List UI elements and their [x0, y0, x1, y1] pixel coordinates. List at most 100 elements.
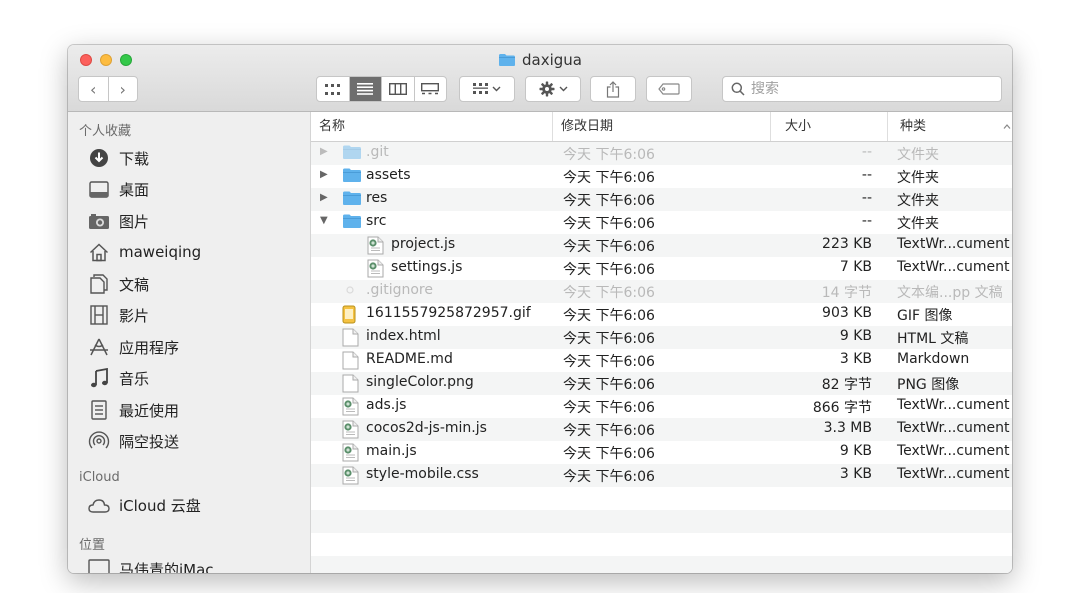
column-kind[interactable]: 种类 — [887, 112, 1012, 141]
table-row[interactable]: ▶ res 今天 下午6:06 -- 文件夹 — [311, 188, 1012, 211]
sidebar-item-movies[interactable]: 影片 — [88, 302, 149, 328]
image-file-icon — [342, 374, 362, 394]
search-input[interactable] — [751, 81, 981, 97]
sidebar-item-label: iCloud 云盘 — [119, 496, 201, 515]
file-name: cocos2d-js-min.js — [366, 420, 487, 436]
tag-icon — [658, 83, 680, 95]
sidebar-item-label: maweiqing — [119, 243, 202, 261]
file-size: 14 字节 — [821, 285, 872, 301]
action-button[interactable] — [525, 76, 581, 102]
back-button[interactable]: ‹ — [79, 77, 108, 101]
disclosure-collapsed-icon[interactable]: ▶ — [320, 146, 328, 157]
disclosure-collapsed-icon[interactable]: ▶ — [320, 169, 328, 180]
search-field[interactable] — [722, 76, 1002, 102]
group-icon — [473, 83, 488, 94]
disclosure-collapsed-icon[interactable]: ▶ — [320, 192, 328, 203]
column-name[interactable]: 名称 — [311, 112, 552, 141]
table-row[interactable]: ▼ src 今天 下午6:06 -- 文件夹 — [311, 211, 1012, 234]
sidebar-item-label: 隔空投送 — [119, 432, 180, 451]
file-name: settings.js — [391, 259, 463, 275]
back-icon: ‹ — [90, 79, 97, 99]
file-date: 今天 下午6:06 — [563, 400, 655, 416]
table-row[interactable]: style-mobile.css 今天 下午6:06 3 KB TextWr...cu… — [311, 464, 1012, 487]
camera-icon — [88, 210, 110, 232]
file-date: 今天 下午6:06 — [563, 170, 655, 186]
sidebar-item-downloads[interactable]: 下载 — [88, 145, 149, 171]
share-icon — [606, 80, 620, 98]
table-row[interactable]: settings.js 今天 下午6:06 7 KB TextWr...cument — [311, 257, 1012, 280]
column-view-icon — [388, 83, 407, 95]
file-date: 今天 下午6:06 — [563, 446, 655, 462]
group-by-button[interactable] — [459, 76, 515, 102]
sidebar-section-favorites: 个人收藏 — [79, 124, 132, 139]
column-date[interactable]: 修改日期 — [552, 112, 770, 141]
sidebar-item-music[interactable]: 音乐 — [88, 365, 149, 391]
script-file-icon — [342, 443, 362, 463]
hidden-file-icon — [342, 282, 362, 302]
sidebar-item-label: 图片 — [119, 212, 150, 231]
table-row[interactable]: ▶ .git 今天 下午6:06 -- 文件夹 — [311, 142, 1012, 165]
sidebar-item-imac[interactable]: 马伟青的iMac — [88, 556, 214, 573]
file-size: -- — [861, 167, 872, 183]
sidebar-item-airdrop[interactable]: 隔空投送 — [88, 428, 179, 454]
sidebar-item-label: 马伟青的iMac — [119, 560, 214, 574]
file-kind: TextWr...cument — [897, 443, 1010, 459]
sidebar-item-pictures[interactable]: 图片 — [88, 208, 149, 234]
sidebar-item-home[interactable]: maweiqing — [88, 239, 201, 265]
chevron-down-icon — [559, 86, 567, 92]
sidebar-item-icloud-drive[interactable]: iCloud 云盘 — [88, 492, 201, 518]
airdrop-icon — [88, 430, 110, 452]
file-name: project.js — [391, 236, 456, 252]
table-row[interactable]: .gitignore 今天 下午6:06 14 字节 文本编...pp 文稿 — [311, 280, 1012, 303]
file-kind: TextWr...cument — [897, 259, 1010, 275]
script-file-icon — [342, 466, 362, 486]
table-row[interactable]: README.md 今天 下午6:06 3 KB Markdown — [311, 349, 1012, 372]
sidebar: 个人收藏 下载 桌面 图片 maweiqing 文稿 影片 应用程序 音乐 最近… — [68, 112, 311, 573]
script-file-icon — [367, 236, 387, 256]
table-row[interactable]: singleColor.png 今天 下午6:06 82 字节 PNG 图像 — [311, 372, 1012, 395]
file-list: 名称 修改日期 大小 种类 ▶ .git 今天 下午6:06 -- 文件夹 ▶ assets… — [311, 112, 1012, 573]
table-row[interactable]: cocos2d-js-min.js 今天 下午6:06 3.3 MB TextWr..… — [311, 418, 1012, 441]
file-name: README.md — [366, 351, 453, 367]
list-view-icon — [357, 83, 374, 95]
table-row[interactable]: ▶ assets 今天 下午6:06 -- 文件夹 — [311, 165, 1012, 188]
file-size: 3.3 MB — [823, 420, 872, 436]
share-button[interactable] — [590, 76, 636, 102]
sidebar-item-applications[interactable]: 应用程序 — [88, 334, 179, 360]
script-file-icon — [367, 259, 387, 279]
list-view-button[interactable] — [348, 77, 381, 101]
file-kind: Markdown — [897, 351, 970, 367]
empty-row — [311, 556, 1012, 573]
sidebar-item-recents[interactable]: 最近使用 — [88, 397, 179, 423]
title-bar: daxigua ‹ › — [68, 45, 1012, 112]
applications-icon — [88, 336, 110, 358]
document-icon — [342, 351, 362, 371]
file-name: .git — [366, 144, 389, 160]
disclosure-expanded-icon[interactable]: ▼ — [320, 215, 328, 226]
file-date: 今天 下午6:06 — [563, 469, 655, 485]
file-kind: HTML 文稿 — [897, 331, 969, 347]
table-row[interactable]: 1611557925872957.gif 今天 下午6:06 903 KB GIF 图… — [311, 303, 1012, 326]
file-name: style-mobile.css — [366, 466, 479, 482]
file-date: 今天 下午6:06 — [563, 331, 655, 347]
sidebar-item-desktop[interactable]: 桌面 — [88, 176, 149, 202]
table-row[interactable]: main.js 今天 下午6:06 9 KB TextWr...cument — [311, 441, 1012, 464]
table-row[interactable]: project.js 今天 下午6:06 223 KB TextWr...cument — [311, 234, 1012, 257]
table-row[interactable]: index.html 今天 下午6:06 9 KB HTML 文稿 — [311, 326, 1012, 349]
file-kind: TextWr...cument — [897, 466, 1010, 482]
forward-button[interactable]: › — [107, 77, 138, 101]
gallery-view-button[interactable] — [413, 77, 447, 101]
file-name: index.html — [366, 328, 441, 344]
empty-row — [311, 533, 1012, 556]
sidebar-item-documents[interactable]: 文稿 — [88, 271, 149, 297]
file-date: 今天 下午6:06 — [563, 147, 655, 163]
file-kind: PNG 图像 — [897, 377, 960, 393]
column-view-button[interactable] — [381, 77, 414, 101]
tag-button[interactable] — [646, 76, 692, 102]
file-name: src — [366, 213, 387, 229]
column-size[interactable]: 大小 — [770, 112, 887, 141]
file-size: -- — [861, 190, 872, 206]
table-row[interactable]: ads.js 今天 下午6:06 866 字节 TextWr...cument — [311, 395, 1012, 418]
recents-icon — [88, 399, 110, 421]
icon-view-button[interactable] — [317, 77, 349, 101]
